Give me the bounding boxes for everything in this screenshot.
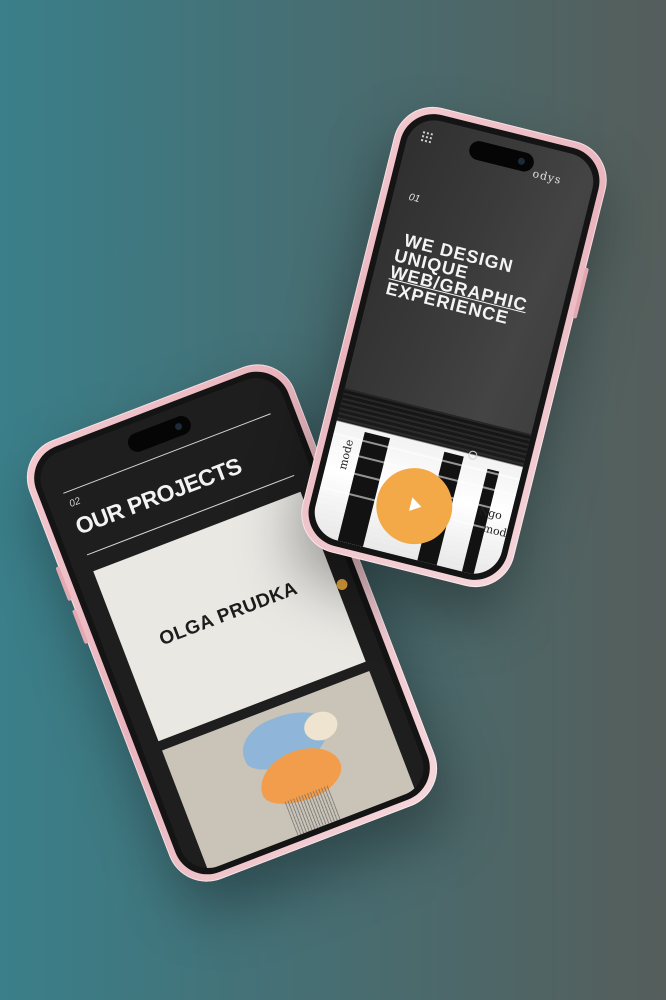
glitch-video-area: Ngo mod mode <box>308 387 532 580</box>
section-number: 02 <box>67 495 83 510</box>
slide-number: 01 <box>407 191 422 206</box>
site-logo[interactable]: odys <box>531 167 563 187</box>
phone-screen: odys 01 WE DESIGN UNIQUE WEB/GRAPHIC EXP… <box>308 114 600 580</box>
brand-dot-icon <box>334 577 350 592</box>
scroll-indicator <box>467 449 479 461</box>
glitch-word: mod <box>481 521 509 541</box>
hero-headline: WE DESIGN UNIQUE WEB/GRAPHIC EXPERIENCE <box>384 230 537 331</box>
play-icon <box>408 497 424 514</box>
project-brand-name: OLGA PRUDKA <box>156 578 301 651</box>
dynamic-island <box>125 413 194 455</box>
phone-mockup-hero: odys 01 WE DESIGN UNIQUE WEB/GRAPHIC EXP… <box>292 98 616 596</box>
dynamic-island <box>467 139 536 174</box>
phone-bezel: odys 01 WE DESIGN UNIQUE WEB/GRAPHIC EXP… <box>301 106 607 588</box>
menu-grid-icon[interactable] <box>420 131 434 144</box>
